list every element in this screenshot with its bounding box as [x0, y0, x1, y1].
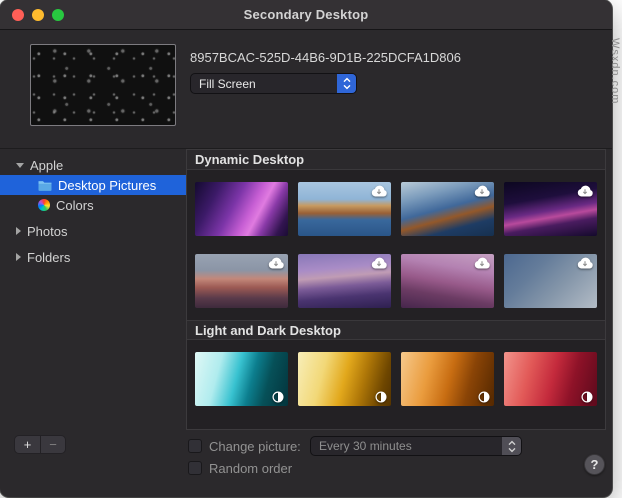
chevron-up-down-icon: [502, 437, 521, 455]
sidebar-group-folders[interactable]: Folders: [0, 247, 186, 267]
source-list: Apple Desktop Pictures Colors Photos Fol…: [0, 149, 186, 430]
help-button[interactable]: ?: [584, 454, 605, 475]
download-cloud-icon[interactable]: [474, 257, 490, 269]
sidebar-item-desktop-pictures[interactable]: Desktop Pictures: [0, 175, 186, 195]
wallpaper-thumb-abstract-red[interactable]: [504, 352, 597, 406]
screen: Secondary Desktop 8957BCAC-525D-44B6-9D1…: [0, 0, 622, 498]
remove-folder-button[interactable]: −: [40, 436, 65, 453]
chevron-up-down-icon: [337, 74, 356, 93]
section-title-dynamic: Dynamic Desktop: [187, 150, 605, 170]
chevron-right-icon[interactable]: [16, 253, 21, 261]
wallpaper-thumb-abstract-yellow[interactable]: [298, 352, 391, 406]
folder-icon: [38, 180, 52, 191]
close-window-button[interactable]: [12, 9, 24, 21]
add-remove-segmented-control: + −: [14, 435, 66, 454]
chevron-down-icon[interactable]: [16, 162, 24, 168]
light-dark-desktop-grid: [187, 340, 605, 418]
wallpaper-file-name: 8957BCAC-525D-44B6-9D1B-225DCFA1D806: [190, 50, 461, 65]
dynamic-wallpaper-icon: [375, 391, 387, 403]
dynamic-desktop-grid: [187, 170, 605, 320]
scaling-mode-select[interactable]: Fill Screen: [190, 73, 357, 94]
dynamic-wallpaper-icon: [581, 391, 593, 403]
wallpaper-thumb-purple-ridge[interactable]: [504, 182, 597, 236]
change-interval-select[interactable]: Every 30 minutes: [310, 436, 522, 456]
download-cloud-icon[interactable]: [577, 257, 593, 269]
sidebar-group-label: Photos: [27, 223, 68, 239]
download-cloud-icon[interactable]: [371, 257, 387, 269]
color-wheel-icon: [38, 199, 50, 211]
add-folder-button[interactable]: +: [15, 436, 40, 453]
sidebar-item-label: Colors: [56, 197, 94, 213]
current-wallpaper-preview: [30, 44, 176, 126]
download-cloud-icon[interactable]: [577, 185, 593, 197]
sidebar-item-colors[interactable]: Colors: [0, 195, 186, 215]
wallpaper-thumb-abstract-orange[interactable]: [401, 352, 494, 406]
window-title: Secondary Desktop: [243, 7, 369, 22]
chevron-right-icon[interactable]: [16, 227, 21, 235]
wallpaper-thumb-pink-cliffs[interactable]: [195, 254, 288, 308]
wallpaper-thumb-purple-coast[interactable]: [298, 254, 391, 308]
change-picture-checkbox[interactable]: [188, 439, 202, 453]
random-order-checkbox[interactable]: [188, 461, 202, 475]
scaling-mode-value: Fill Screen: [199, 76, 256, 91]
sidebar-item-label: Desktop Pictures: [58, 177, 157, 193]
wallpaper-thumb-abstract-teal[interactable]: [195, 352, 288, 406]
section-title-light-dark: Light and Dark Desktop: [187, 320, 605, 340]
download-cloud-icon[interactable]: [371, 185, 387, 197]
sidebar-group-photos[interactable]: Photos: [0, 221, 186, 241]
wallpaper-thumb-monterey[interactable]: [195, 182, 288, 236]
wallpaper-thumb-catalina-evening[interactable]: [401, 182, 494, 236]
wallpaper-thumb-desert-dusk[interactable]: [401, 254, 494, 308]
download-cloud-icon[interactable]: [268, 257, 284, 269]
zoom-window-button[interactable]: [52, 9, 64, 21]
wallpaper-thumb-catalina-day[interactable]: [298, 182, 391, 236]
wallpaper-collection-pane: Dynamic Desktop Light and Dark Desktop: [186, 149, 606, 430]
watermark-text: Wsxdn.com: [609, 38, 621, 105]
window-controls: [12, 9, 64, 21]
dynamic-wallpaper-icon: [478, 391, 490, 403]
change-interval-value: Every 30 minutes: [319, 439, 412, 453]
dynamic-wallpaper-icon: [272, 391, 284, 403]
sidebar-group-label: Folders: [27, 249, 71, 265]
sidebar-group-apple[interactable]: Apple: [0, 155, 186, 175]
wallpaper-thumb-blue-gradient[interactable]: [504, 254, 597, 308]
download-cloud-icon[interactable]: [474, 185, 490, 197]
random-order-label: Random order: [209, 461, 293, 476]
change-picture-label: Change picture:: [209, 439, 301, 454]
titlebar: Secondary Desktop: [0, 0, 612, 30]
secondary-desktop-window: Secondary Desktop 8957BCAC-525D-44B6-9D1…: [0, 0, 612, 497]
minimize-window-button[interactable]: [32, 9, 44, 21]
sidebar-group-label: Apple: [30, 157, 64, 173]
